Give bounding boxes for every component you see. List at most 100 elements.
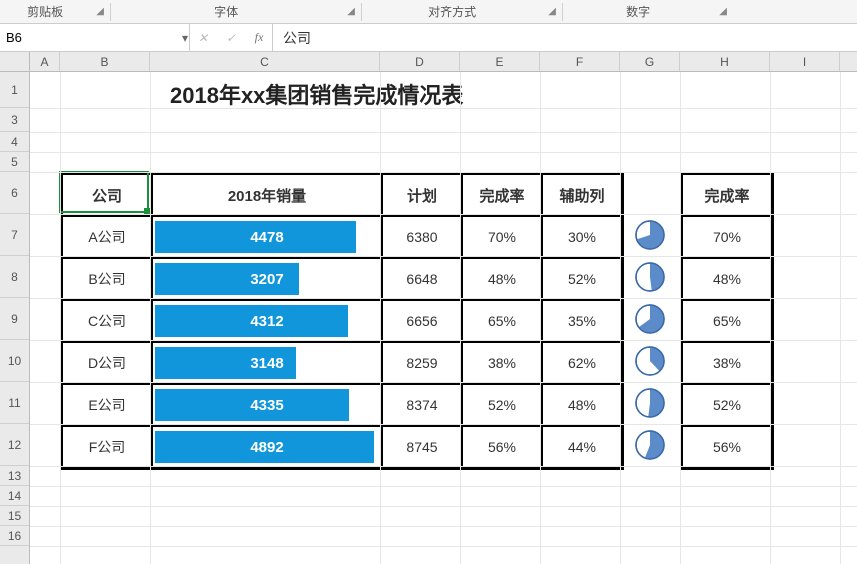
row-header[interactable]: 12 [0, 424, 29, 466]
name-box-input[interactable] [6, 30, 182, 45]
table-header: 计划 [382, 174, 462, 216]
row-header[interactable]: 5 [0, 152, 29, 172]
rate-cell[interactable]: 52% [462, 384, 542, 426]
sales-bar-cell[interactable]: 4335 [152, 384, 382, 426]
plan-cell[interactable]: 6656 [382, 300, 462, 342]
plan-cell[interactable]: 6648 [382, 258, 462, 300]
aux-cell[interactable]: 44% [542, 426, 622, 468]
row-header[interactable]: 1 [0, 72, 29, 108]
completion-cell[interactable]: 56% [682, 426, 772, 468]
company-cell[interactable]: B公司 [62, 258, 152, 300]
pie-icon [634, 261, 666, 293]
pie-icon [634, 387, 666, 419]
table-header: 辅助列 [542, 174, 622, 216]
column-header[interactable]: I [770, 52, 840, 71]
rate-cell[interactable]: 48% [462, 258, 542, 300]
column-header[interactable]: H [680, 52, 770, 71]
sales-value: 4312 [153, 301, 381, 341]
column-headers: ABCDEFGHI [0, 52, 857, 72]
ribbon-group-align: 对齐方式 [362, 3, 542, 20]
ribbon-group-number: 数字 [563, 3, 713, 20]
aux-cell[interactable]: 35% [542, 300, 622, 342]
sales-bar-cell[interactable]: 4892 [152, 426, 382, 468]
rate-cell[interactable]: 38% [462, 342, 542, 384]
column-header[interactable]: E [460, 52, 540, 71]
row-header[interactable]: 8 [0, 256, 29, 298]
row-headers: 1345678910111213141516 [0, 72, 30, 564]
sales-value: 3207 [153, 259, 381, 299]
sales-bar-cell[interactable]: 3207 [152, 258, 382, 300]
worksheet-grid[interactable]: ABCDEFGHI 1345678910111213141516 2018年xx… [0, 52, 857, 564]
row-header[interactable]: 11 [0, 382, 29, 424]
company-cell[interactable]: C公司 [62, 300, 152, 342]
aux-cell[interactable]: 30% [542, 216, 622, 258]
pie-icon [634, 219, 666, 251]
pie-icon [634, 303, 666, 335]
company-cell[interactable]: A公司 [62, 216, 152, 258]
sales-bar-cell[interactable]: 4312 [152, 300, 382, 342]
formula-bar: ▾ ✕ ✓ fx 公司 [0, 24, 857, 52]
column-header[interactable]: F [540, 52, 620, 71]
rate-cell[interactable]: 56% [462, 426, 542, 468]
sales-bar-cell[interactable]: 3148 [152, 342, 382, 384]
insert-function-icon[interactable]: fx [250, 30, 268, 45]
name-box[interactable]: ▾ [0, 24, 190, 51]
company-cell[interactable]: D公司 [62, 342, 152, 384]
plan-cell[interactable]: 6380 [382, 216, 462, 258]
row-header[interactable]: 6 [0, 172, 29, 214]
column-header[interactable]: B [60, 52, 150, 71]
plan-cell[interactable]: 8259 [382, 342, 462, 384]
completion-table: 完成率70%48%65%38%52%56% [680, 172, 774, 470]
aux-cell[interactable]: 48% [542, 384, 622, 426]
completion-cell[interactable]: 52% [682, 384, 772, 426]
table-header: 公司 [62, 174, 152, 216]
row-header[interactable]: 4 [0, 132, 29, 152]
row-header[interactable]: 13 [0, 466, 29, 486]
company-cell[interactable]: F公司 [62, 426, 152, 468]
cancel-formula-icon[interactable]: ✕ [194, 31, 212, 45]
completion-cell[interactable]: 70% [682, 216, 772, 258]
column-header[interactable]: A [30, 52, 60, 71]
sales-value: 3148 [153, 343, 381, 383]
confirm-formula-icon[interactable]: ✓ [222, 31, 240, 45]
completion-cell[interactable]: 65% [682, 300, 772, 342]
row-header[interactable]: 10 [0, 340, 29, 382]
select-all-corner[interactable] [0, 52, 30, 71]
row-header[interactable]: 3 [0, 108, 29, 132]
column-header[interactable]: C [150, 52, 380, 71]
dialog-launcher-icon[interactable]: ◢ [90, 6, 110, 17]
completion-header: 完成率 [682, 174, 772, 216]
pie-icon [634, 345, 666, 377]
name-box-dropdown-icon[interactable]: ▾ [182, 31, 188, 45]
row-header[interactable]: 7 [0, 214, 29, 256]
formula-input[interactable]: 公司 [273, 24, 857, 51]
sales-value: 4892 [153, 427, 381, 467]
rate-cell[interactable]: 65% [462, 300, 542, 342]
completion-cell[interactable]: 48% [682, 258, 772, 300]
ribbon-group-font: 字体 [111, 3, 341, 20]
dialog-launcher-icon[interactable]: ◢ [542, 6, 562, 17]
sales-value: 4335 [153, 385, 381, 425]
plan-cell[interactable]: 8374 [382, 384, 462, 426]
table-header: 2018年销量 [152, 174, 382, 216]
dialog-launcher-icon[interactable]: ◢ [713, 6, 733, 17]
row-header[interactable]: 14 [0, 486, 29, 506]
company-cell[interactable]: E公司 [62, 384, 152, 426]
ribbon-group-clipboard: 剪贴板 [0, 3, 90, 20]
row-header[interactable]: 15 [0, 506, 29, 526]
row-header[interactable]: 9 [0, 298, 29, 340]
completion-cell[interactable]: 38% [682, 342, 772, 384]
pie-icon [634, 429, 666, 461]
plan-cell[interactable]: 8745 [382, 426, 462, 468]
rate-cell[interactable]: 70% [462, 216, 542, 258]
dialog-launcher-icon[interactable]: ◢ [341, 6, 361, 17]
aux-cell[interactable]: 52% [542, 258, 622, 300]
column-header[interactable]: G [620, 52, 680, 71]
sales-bar-cell[interactable]: 4478 [152, 216, 382, 258]
column-header[interactable]: D [380, 52, 460, 71]
row-header[interactable]: 16 [0, 526, 29, 546]
sales-value: 4478 [153, 217, 381, 257]
table-header: 完成率 [462, 174, 542, 216]
cells-area[interactable]: 2018年xx集团销售完成情况表 公司2018年销量计划完成率辅助列A公司447… [30, 72, 857, 564]
aux-cell[interactable]: 62% [542, 342, 622, 384]
